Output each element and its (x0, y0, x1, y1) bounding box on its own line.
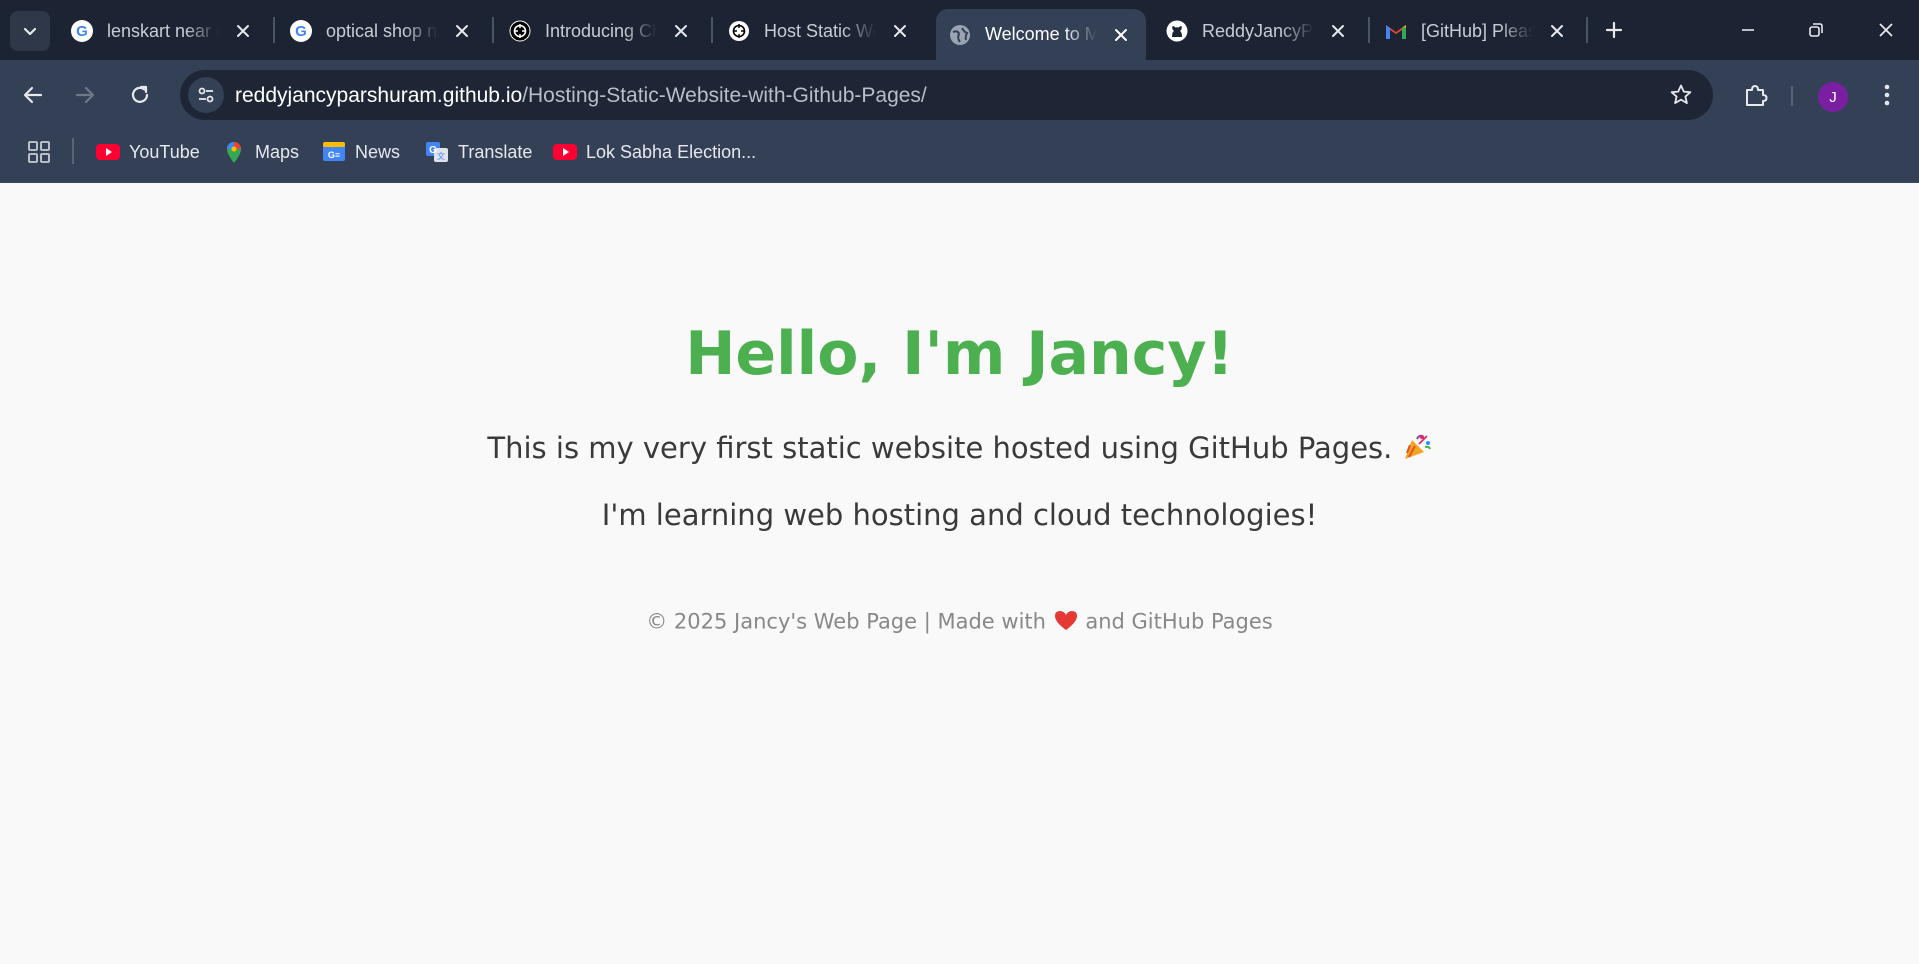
tab-optical-shop[interactable]: G optical shop near me - Google Search (277, 10, 474, 52)
chevron-down-icon (23, 27, 37, 36)
browser-toolbar: reddyjancyparshuram.github.io/Hosting-St… (0, 60, 1919, 130)
party-popper-icon (1402, 432, 1432, 469)
tab-introducing-chatgpt[interactable]: Introducing ChatGPT (496, 10, 693, 52)
news-icon: G≡ (322, 140, 346, 164)
plus-icon (1605, 21, 1623, 39)
tab-separator (1368, 17, 1370, 43)
tab-welcome-active[interactable]: Welcome to My Website (936, 9, 1146, 60)
learning-paragraph: I'm learning web hosting and cloud techn… (601, 498, 1318, 532)
intro-paragraph: This is my very first static website hos… (0, 431, 1919, 469)
tab-title: Welcome to My Website (985, 24, 1097, 44)
page-footer: © 2025 Jancy's Web Page | Made with and … (0, 609, 1919, 636)
close-icon (1879, 23, 1893, 37)
heart-icon (1053, 609, 1079, 636)
tab-title: optical shop near me - Google Search (326, 20, 438, 41)
bookmark-maps[interactable]: Maps (222, 138, 299, 166)
tab-strip: G lenskart near me - Google Search G opt… (0, 0, 1919, 60)
bookmark-star-button[interactable] (1667, 81, 1695, 109)
bookmark-label: Lok Sabha Election... (586, 141, 757, 162)
apps-button[interactable] (24, 137, 54, 167)
maps-icon (222, 140, 246, 164)
arrow-left-icon (23, 86, 43, 104)
tab-title: Host Static Website (764, 20, 876, 41)
extensions-button[interactable] (1736, 76, 1774, 114)
close-window-button[interactable] (1864, 10, 1908, 50)
tab-title: ReddyJancyParshuram (1202, 20, 1314, 41)
new-tab-button[interactable] (1598, 14, 1630, 46)
gmail-icon (1384, 19, 1408, 43)
chrome-menu-button[interactable] (1870, 76, 1904, 114)
google-icon: G (70, 19, 94, 43)
bookmark-label: Translate (458, 141, 533, 162)
youtube-icon (553, 140, 577, 164)
footer-text-right: and GitHub Pages (1085, 609, 1273, 634)
github-icon (1165, 19, 1189, 43)
bookmark-label: Maps (255, 141, 300, 162)
svg-text:G: G (76, 23, 88, 40)
intro-text: This is my very first static website hos… (487, 431, 1393, 465)
bookmark-lok-sabha[interactable]: Lok Sabha Election... (553, 138, 756, 166)
tab-github-email[interactable]: [GitHub] Please verify (1372, 10, 1569, 52)
svg-text:G≡: G≡ (328, 150, 340, 160)
profile-avatar[interactable]: J (1818, 82, 1848, 112)
reload-icon (131, 85, 149, 103)
tune-icon (198, 87, 214, 103)
bookmarks-separator (72, 138, 74, 164)
youtube-icon (96, 140, 120, 164)
address-bar[interactable]: reddyjancyparshuram.github.io/Hosting-St… (180, 70, 1713, 120)
close-tab-icon[interactable] (888, 19, 912, 43)
minimize-icon (1742, 29, 1754, 31)
web-page: Hello, I'm Jancy! This is my very first … (0, 183, 1919, 964)
more-vertical-icon (1884, 84, 1890, 106)
translate-icon: G文 (425, 140, 449, 164)
openai-icon (508, 19, 532, 43)
url-domain: reddyjancyparshuram.github.io (235, 84, 523, 107)
page-heading: Hello, I'm Jancy! (685, 319, 1234, 389)
forward-button[interactable] (66, 76, 104, 114)
bookmark-youtube[interactable]: YouTube (96, 138, 200, 166)
openai-icon (727, 19, 751, 43)
close-tab-icon[interactable] (1545, 19, 1569, 43)
tab-separator (492, 17, 494, 43)
minimize-button[interactable] (1726, 10, 1770, 50)
tab-title: [GitHub] Please verify (1421, 20, 1533, 41)
tab-separator (711, 17, 713, 43)
arrow-right-icon (75, 86, 95, 104)
tab-search-button[interactable] (10, 11, 50, 51)
bookmark-label: YouTube (129, 141, 200, 162)
toolbar-separator (1791, 86, 1793, 106)
globe-icon (948, 23, 972, 47)
close-tab-icon[interactable] (1109, 23, 1133, 47)
tab-github-profile[interactable]: ReddyJancyParshuram (1153, 10, 1350, 52)
tab-host-static-website[interactable]: Host Static Website (715, 10, 912, 52)
tab-title: lenskart near me - Google Search (107, 20, 219, 41)
url-path: /Hosting-Static-Website-with-Github-Page… (522, 84, 927, 107)
site-info-button[interactable] (188, 77, 224, 113)
svg-text:G: G (429, 145, 437, 156)
close-tab-icon[interactable] (231, 19, 255, 43)
reload-button[interactable] (121, 76, 159, 114)
footer-text-left: © 2025 Jancy's Web Page | Made with (646, 609, 1046, 634)
tab-title: Introducing ChatGPT (545, 20, 657, 41)
bookmark-news[interactable]: G≡ News (322, 138, 400, 166)
google-icon: G (289, 19, 313, 43)
tab-separator (1586, 17, 1588, 43)
bookmark-translate[interactable]: G文 Translate (425, 138, 532, 166)
svg-text:G: G (295, 23, 307, 40)
bookmark-label: News (355, 141, 401, 162)
url-text[interactable]: reddyjancyparshuram.github.io/Hosting-St… (235, 84, 927, 108)
back-button[interactable] (14, 76, 52, 114)
restore-button[interactable] (1794, 10, 1838, 50)
puzzle-icon (1746, 85, 1768, 106)
svg-text:文: 文 (437, 151, 445, 161)
restore-icon (1809, 23, 1823, 37)
close-tab-icon[interactable] (1326, 19, 1350, 43)
star-icon (1670, 84, 1692, 104)
tab-lenskart[interactable]: G lenskart near me - Google Search (58, 10, 255, 52)
close-tab-icon[interactable] (669, 19, 693, 43)
close-tab-icon[interactable] (450, 19, 474, 43)
apps-grid-icon (28, 141, 50, 163)
tab-separator (273, 17, 275, 43)
